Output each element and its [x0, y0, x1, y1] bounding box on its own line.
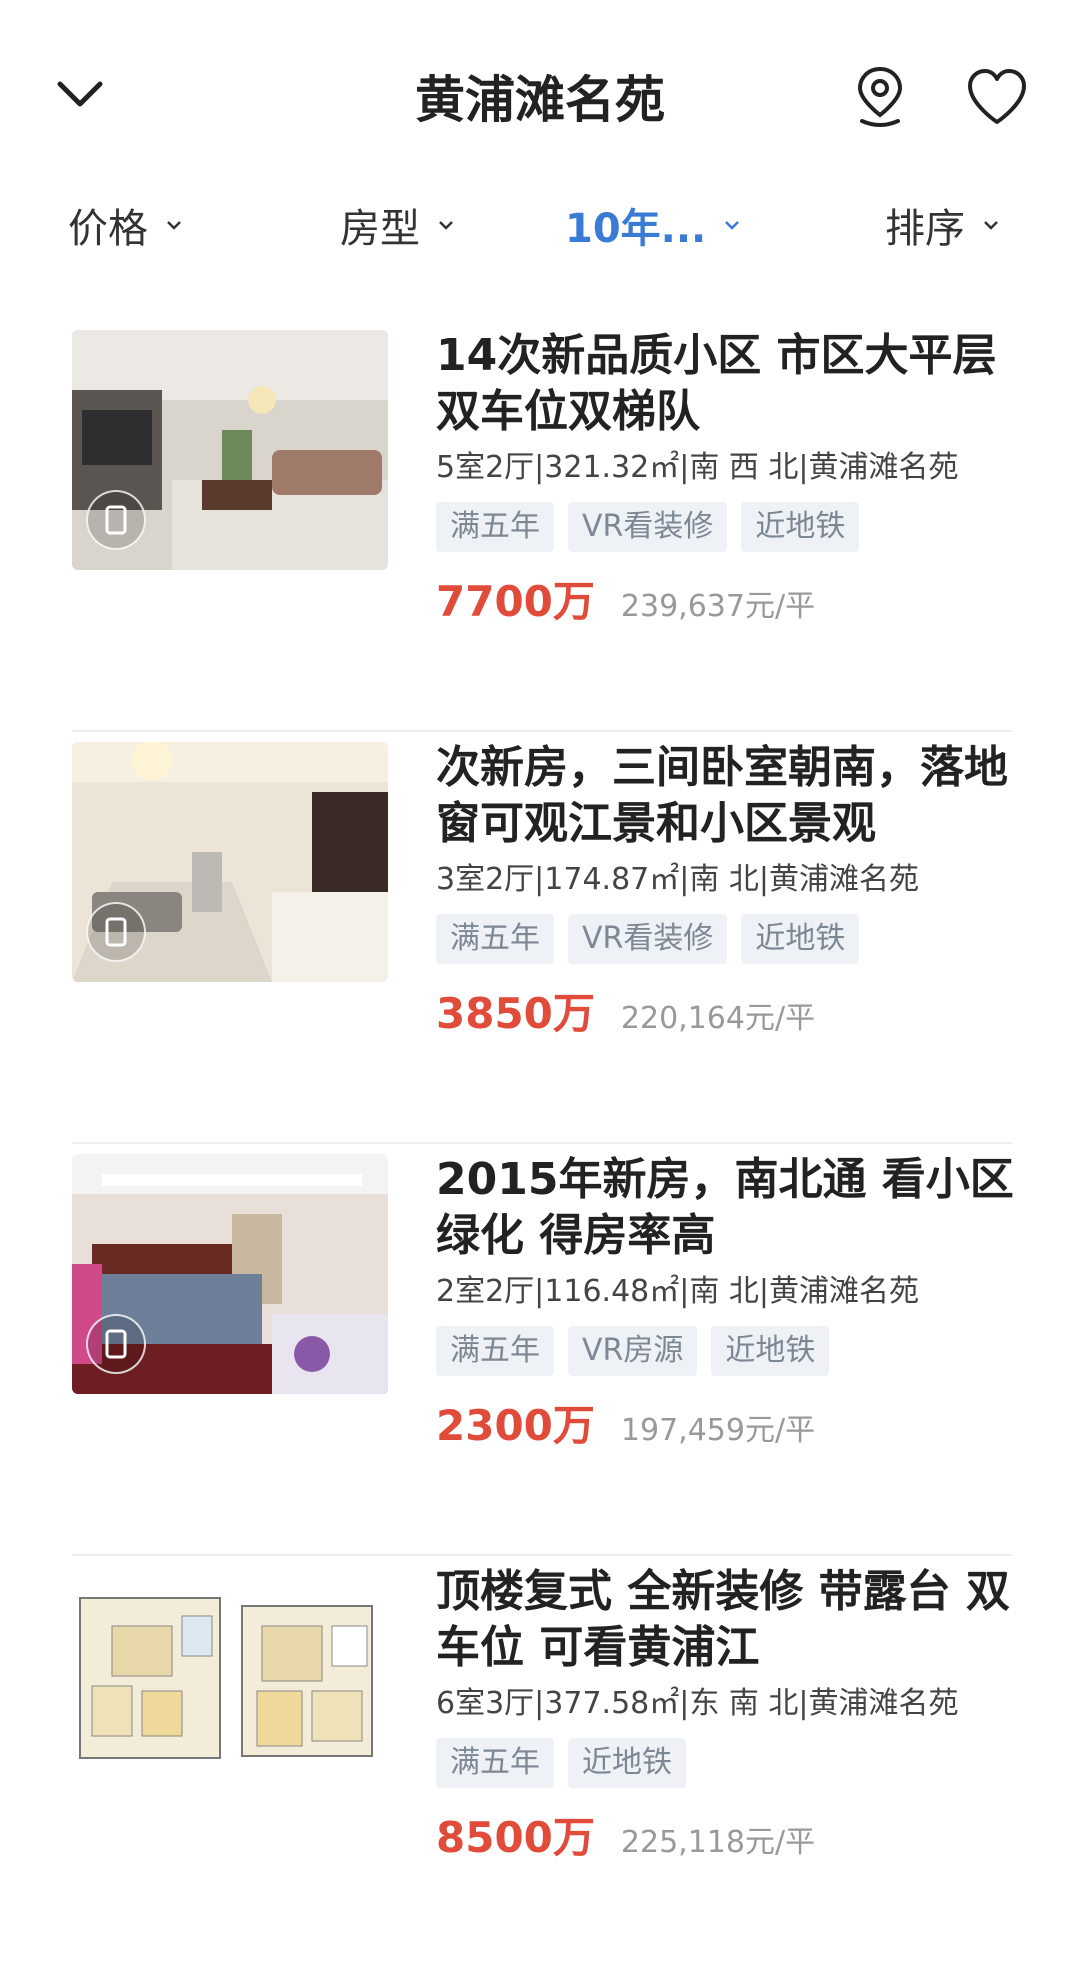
listing-item[interactable]: 顶楼复式 全新装修 带露台 双车位 可看黄浦江 6室3厅|377.58㎡|东 南… — [72, 1556, 1012, 1968]
chevron-down-icon — [166, 220, 182, 230]
listing-price: 3850万 — [436, 989, 595, 1038]
listing-thumbnail[interactable] — [72, 330, 388, 570]
listing-tag: 近地铁 — [741, 502, 860, 552]
chevron-down-icon — [724, 220, 740, 230]
listing-unit-price: 225,118元/平 — [620, 1825, 816, 1860]
filter-age[interactable]: 10年... — [565, 190, 740, 260]
listing-info: 2015年新房，南北通 看小区绿化 得房率高 2室2厅|116.48㎡|南 北|… — [436, 1152, 1016, 1453]
price-line: 2300万 197,459元/平 — [436, 1392, 1016, 1453]
listing-title: 次新房，三间卧室朝南，落地窗可观江景和小区景观 — [436, 742, 1008, 849]
listing-tag: 满五年 — [436, 914, 554, 964]
listing-tags: 满五年 VR房源 近地铁 — [436, 1326, 1016, 1376]
filter-label: 排序 — [885, 206, 965, 252]
filter-sort[interactable]: 排序 — [885, 190, 999, 260]
listing-info: 顶楼复式 全新装修 带露台 双车位 可看黄浦江 6室3厅|377.58㎡|东 南… — [436, 1564, 1016, 1865]
listing-thumbnail[interactable] — [72, 1566, 388, 1806]
listing-meta: 6室3厅|377.58㎡|东 南 北|黄浦滩名苑 — [436, 1686, 959, 1721]
listing-tags: 满五年 VR看装修 近地铁 — [436, 914, 1016, 964]
listing-title: 2015年新房，南北通 看小区绿化 得房率高 — [436, 1154, 1014, 1261]
filter-bar: 价格 房型 10年... 排序 — [0, 190, 1080, 260]
filter-price[interactable]: 价格 — [68, 190, 182, 260]
listing-tags: 满五年 近地铁 — [436, 1738, 1016, 1788]
listing-meta: 2室2厅|116.48㎡|南 北|黄浦滩名苑 — [436, 1274, 920, 1309]
page-title: 黄浦滩名苑 — [415, 71, 665, 129]
listing-tag: 满五年 — [436, 1326, 554, 1376]
map-pin-icon — [857, 66, 903, 127]
top-bar: 黄浦滩名苑 — [0, 0, 1080, 190]
listing-tag: 近地铁 — [711, 1326, 830, 1376]
listing-title: 顶楼复式 全新装修 带露台 双车位 可看黄浦江 — [436, 1566, 1010, 1673]
listing-unit-price: 239,637元/平 — [620, 589, 816, 624]
filter-room-type[interactable]: 房型 — [340, 190, 454, 260]
filter-label: 10年... — [565, 206, 707, 252]
vr-badge-icon — [86, 902, 146, 962]
listing-list: 14次新品质小区 市区大平层 双车位双梯队 5室2厅|321.32㎡|南 西 北… — [72, 320, 1014, 1968]
listing-tag: VR看装修 — [568, 502, 728, 552]
chevron-down-icon — [983, 220, 999, 230]
location-button[interactable] — [852, 65, 908, 129]
listing-item[interactable]: 次新房，三间卧室朝南，落地窗可观江景和小区景观 3室2厅|174.87㎡|南 北… — [72, 732, 1012, 1144]
filter-label: 房型 — [340, 206, 420, 252]
listing-unit-price: 220,164元/平 — [620, 1001, 816, 1036]
price-line: 3850万 220,164元/平 — [436, 980, 1016, 1041]
listing-thumbnail[interactable] — [72, 742, 388, 982]
price-line: 8500万 225,118元/平 — [436, 1804, 1016, 1865]
listing-info: 次新房，三间卧室朝南，落地窗可观江景和小区景观 3室2厅|174.87㎡|南 北… — [436, 740, 1016, 1041]
heart-icon — [968, 69, 1026, 124]
listing-title: 14次新品质小区 市区大平层 双车位双梯队 — [436, 330, 997, 437]
listing-meta: 5室2厅|321.32㎡|南 西 北|黄浦滩名苑 — [436, 450, 959, 485]
listing-tag: 近地铁 — [741, 914, 860, 964]
listing-tag: 满五年 — [436, 1738, 554, 1788]
listing-price: 2300万 — [436, 1401, 595, 1450]
listing-tags: 满五年 VR看装修 近地铁 — [436, 502, 1016, 552]
listing-tag: VR看装修 — [568, 914, 728, 964]
price-line: 7700万 239,637元/平 — [436, 568, 1016, 629]
favorite-button[interactable] — [966, 68, 1028, 126]
listing-tag: 近地铁 — [568, 1738, 686, 1788]
listing-info: 14次新品质小区 市区大平层 双车位双梯队 5室2厅|321.32㎡|南 西 北… — [436, 328, 1016, 629]
listing-tag: 满五年 — [436, 502, 554, 552]
listing-unit-price: 197,459元/平 — [620, 1413, 816, 1448]
listing-price: 7700万 — [436, 577, 595, 626]
listing-item[interactable]: 2015年新房，南北通 看小区绿化 得房率高 2室2厅|116.48㎡|南 北|… — [72, 1144, 1014, 1556]
chevron-down-icon — [438, 220, 454, 230]
vr-badge-icon — [86, 490, 146, 550]
listing-meta: 3室2厅|174.87㎡|南 北|黄浦滩名苑 — [436, 862, 920, 897]
listing-thumbnail[interactable] — [72, 1154, 388, 1394]
listing-tag: VR房源 — [568, 1326, 698, 1376]
filter-label: 价格 — [68, 206, 148, 252]
listing-price: 8500万 — [436, 1813, 595, 1862]
vr-badge-icon — [86, 1314, 146, 1374]
listing-item[interactable]: 14次新品质小区 市区大平层 双车位双梯队 5室2厅|321.32㎡|南 西 北… — [72, 320, 1012, 732]
